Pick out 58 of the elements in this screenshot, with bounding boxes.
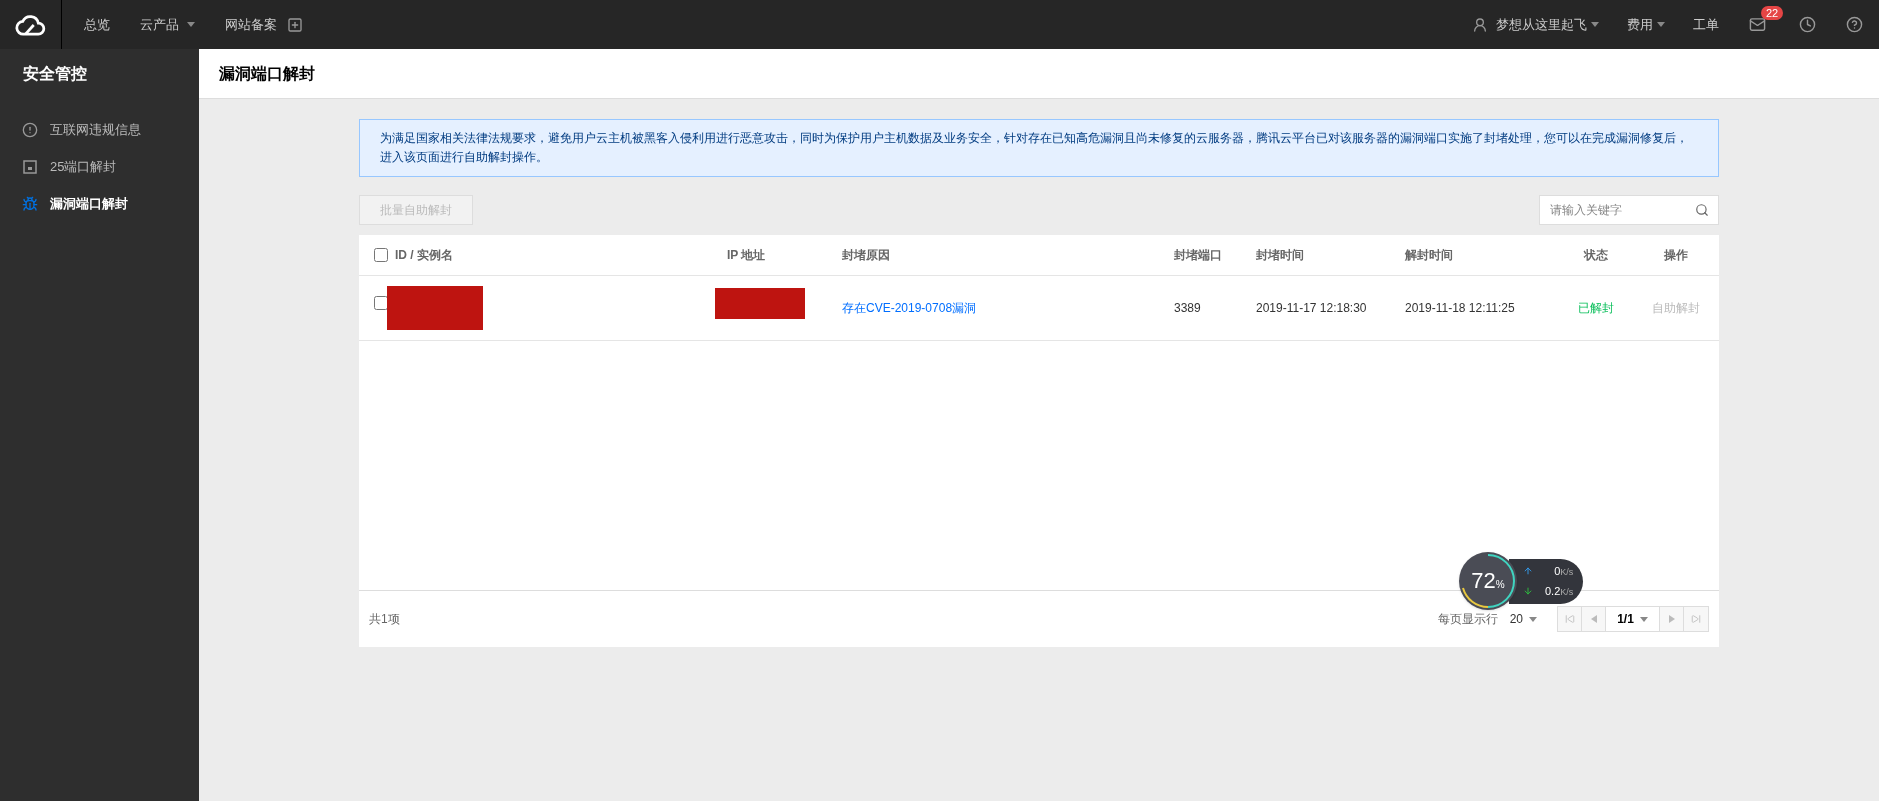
mail-icon[interactable] <box>1749 16 1766 33</box>
first-page-icon <box>1564 614 1575 624</box>
table-cell: 3389 <box>1174 301 1201 315</box>
sidebar-item[interactable]: 互联网违规信息 <box>0 111 199 148</box>
port-icon <box>22 158 38 175</box>
per-page-label: 每页显示行 <box>1437 611 1498 628</box>
download-speed: 0.2K/s <box>1545 584 1574 599</box>
caret-icon <box>1657 22 1665 27</box>
usage-percent: 72% <box>1471 570 1505 592</box>
search-icon[interactable] <box>1695 203 1709 217</box>
caret-icon <box>187 22 195 27</box>
search-field[interactable]: 请输入关键字 <box>1539 195 1719 225</box>
caret-icon <box>1591 22 1599 27</box>
total-count: 共1项 <box>369 611 400 628</box>
gauge-ring-drawing <box>1459 552 1517 610</box>
nav-link[interactable]: 云产品 <box>140 14 195 35</box>
billing-menu[interactable]: 费用 <box>1627 14 1665 35</box>
caret-icon <box>1639 616 1648 622</box>
column-header: 封堵端口 <box>1174 248 1222 262</box>
table-cell: 2019-11-17 12:18:30 <box>1256 301 1367 315</box>
column-header: 封堵原因 <box>842 248 890 262</box>
user-menu[interactable]: 梦想从这里起飞 <box>1496 14 1599 35</box>
left-triangle-icon <box>1590 615 1597 623</box>
sidebar-title: 安全管控 <box>22 64 88 84</box>
user-icon[interactable] <box>1472 16 1488 33</box>
notice-banner: 为满足国家相关法律法规要求，避免用户云主机被黑客入侵利用进行恶意攻击，同时为保护用户主机数据及业务安全，针对存在已知高危漏洞且尚未修复的云服务器，腾讯云平台已对该服务器的漏洞端口实施了封堵处理，您可以在完成漏洞修复后，进入该页面进行自助解封操作。 <box>359 119 1719 177</box>
alert-icon <box>22 121 38 138</box>
page-title: 漏洞端口解封 <box>219 63 315 84</box>
column-header: 状态 <box>1584 248 1608 262</box>
status-text: 已解封 <box>1578 301 1614 315</box>
column-header: 操作 <box>1664 248 1688 262</box>
download-icon <box>1523 586 1533 597</box>
caret-icon <box>1529 616 1537 622</box>
right-triangle-icon <box>1668 615 1675 623</box>
last-page-icon <box>1691 614 1701 624</box>
tickets-link[interactable]: 工单 <box>1693 14 1719 35</box>
column-header: ID / 实例名 <box>395 248 453 262</box>
upload-speed: 0K/s <box>1554 563 1574 579</box>
column-header: IP 地址 <box>727 248 766 262</box>
table-cell: 2019-11-18 12:11:25 <box>1405 301 1515 315</box>
row-checkbox[interactable] <box>374 296 388 310</box>
speed-widget[interactable]: 72% 0K/s 0.2K/s <box>1459 552 1584 610</box>
history-icon[interactable] <box>1799 16 1816 33</box>
add-icon[interactable] <box>287 16 303 33</box>
upload-icon <box>1523 565 1533 576</box>
reason-link[interactable]: 存在CVE-2019-0708漏洞 <box>842 301 977 315</box>
sidebar-item[interactable]: 漏洞端口解封 <box>0 185 199 222</box>
column-header: 封堵时间 <box>1256 248 1304 262</box>
bug-icon <box>22 195 38 212</box>
column-header: 解封时间 <box>1405 248 1453 262</box>
sidebar-item[interactable]: 25端口解封 <box>0 148 199 185</box>
nav-link[interactable]: 总览 <box>84 14 110 35</box>
mail-count-badge: 22 <box>1761 6 1784 20</box>
help-icon[interactable] <box>1846 16 1863 33</box>
cloud-logo[interactable] <box>14 13 47 36</box>
select-all-checkbox[interactable] <box>374 248 388 262</box>
per-page-select[interactable]: 20 <box>1509 610 1537 628</box>
nav-link[interactable]: 网站备案 <box>225 14 277 35</box>
